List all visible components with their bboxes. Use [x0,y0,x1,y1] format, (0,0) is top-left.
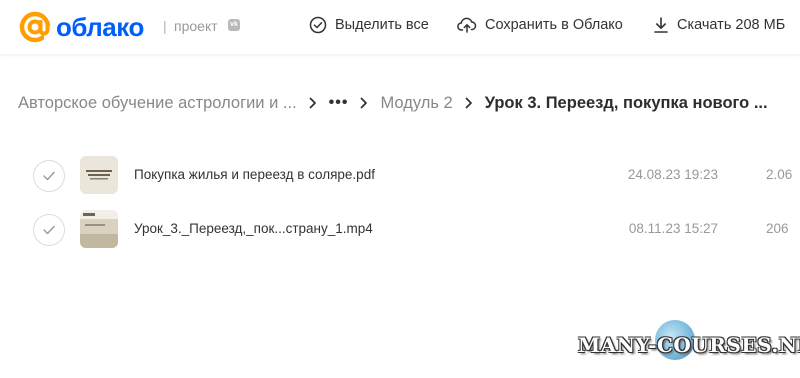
save-to-cloud-label: Сохранить в Облако [485,17,623,33]
checkmark-icon [43,225,55,235]
breadcrumb-ellipsis[interactable]: ••• [329,94,349,112]
file-size: 2.06 [766,167,793,182]
file-name[interactable]: Покупка жилья и переезд в соляре.pdf [134,167,375,182]
select-checkbox[interactable] [33,160,65,192]
select-checkbox[interactable] [33,214,65,246]
file-row[interactable]: Покупка жилья и переезд в соляре.pdf 24.… [0,152,800,200]
file-date: 24.08.23 19:23 [627,167,718,182]
project-label[interactable]: проект [174,18,218,34]
download-button[interactable]: Скачать 208 МБ [653,16,785,34]
chevron-right-icon [465,97,473,109]
logo-separator: | [163,18,167,34]
check-circle-icon [309,16,327,34]
breadcrumb: Авторское обучение астрологии и ... ••• … [18,92,800,114]
select-all-button[interactable]: Выделить все [309,16,429,34]
breadcrumb-module[interactable]: Модуль 2 [380,94,452,113]
file-row[interactable]: Урок_3._Переезд,_пок...страну_1.mp4 08.1… [0,206,800,254]
file-date: 08.11.23 15:27 [628,221,718,236]
file-name[interactable]: Урок_3._Переезд,_пок...страну_1.mp4 [134,221,373,236]
checkmark-icon [43,171,55,181]
logo-text: облако [56,12,144,42]
pdf-thumbnail [80,156,118,194]
chevron-right-icon [360,97,368,109]
breadcrumb-current: Урок 3. Переезд, покупка нового ... [484,93,768,112]
video-thumbnail [80,210,118,248]
download-label: Скачать 208 МБ [677,17,786,33]
breadcrumb-root[interactable]: Авторское обучение астрологии и ... [18,94,297,113]
cloud-logo[interactable]: облако [18,10,144,44]
watermark-text: MANY-COURSES.NET [578,333,800,357]
at-sign-logo-icon [19,11,51,44]
cloud-upload-icon [457,17,477,33]
file-size: 206 [766,221,789,236]
chevron-right-icon [309,97,317,109]
save-to-cloud-button[interactable]: Сохранить в Облако [457,16,623,34]
top-header: облако | проект vk Выделить все Сохранит… [0,0,800,54]
vk-icon: vk [228,19,240,31]
download-icon [654,17,668,33]
select-all-label: Выделить все [335,17,429,33]
